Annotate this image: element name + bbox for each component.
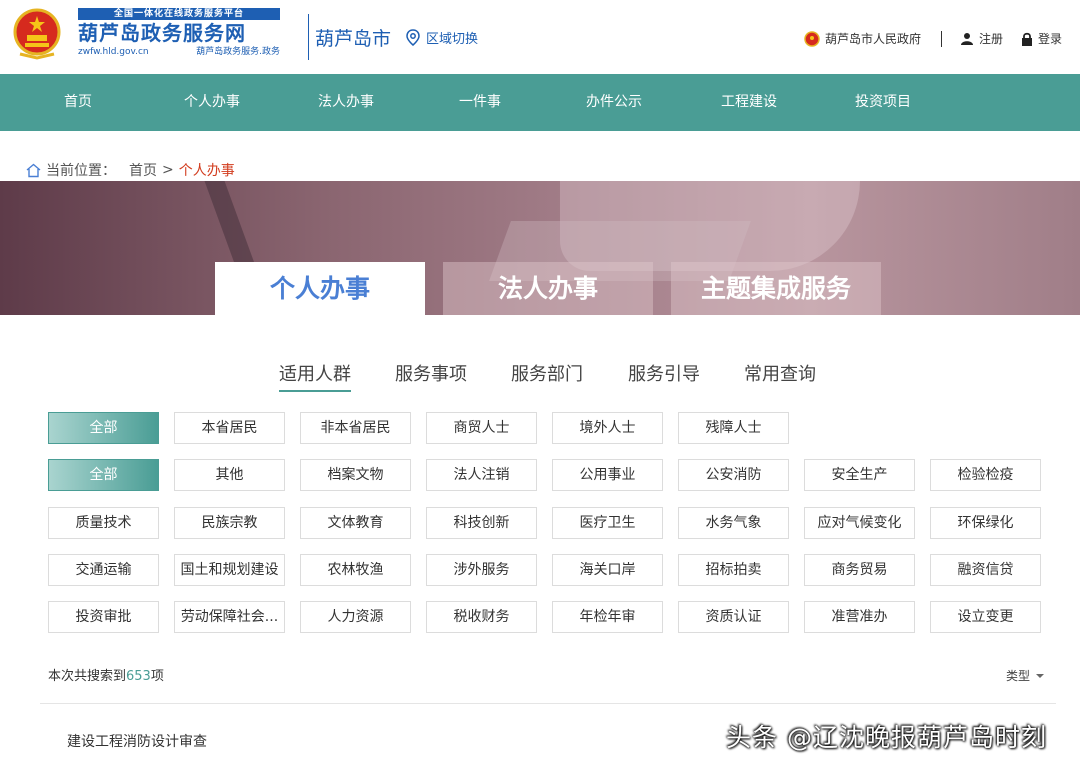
logo-banner: 全国一体化在线政务服务平台 [78,8,280,20]
category-chip[interactable]: 质量技术 [48,507,159,539]
category-chip[interactable]: 水务气象 [678,507,789,539]
category-chip[interactable]: 公用事业 [552,459,663,491]
location-pin-icon [406,28,420,46]
gov-link-label: 葫芦岛市人民政府 [824,32,921,46]
lock-icon [1021,32,1032,46]
category-chip[interactable]: 税收财务 [426,601,537,633]
nav-item-publicity[interactable]: 办件公示 [586,74,642,131]
filter-chip[interactable]: 非本省居民 [300,412,411,444]
nav-item-home[interactable]: 首页 [64,74,92,131]
logo-title: 葫芦岛政务服务网 [78,21,246,45]
category-chip[interactable]: 文体教育 [300,507,411,539]
filter-chip[interactable]: 全部 [48,412,159,444]
region-switch-label: 区域切换 [426,32,479,47]
nav-item-construction[interactable]: 工程建设 [721,74,777,131]
category-chip[interactable]: 融资信贷 [930,554,1041,586]
category-chip[interactable]: 交通运输 [48,554,159,586]
logo-domain: zwfw.hld.gov.cn [78,47,149,57]
category-chip[interactable]: 公安消防 [678,459,789,491]
category-chip[interactable]: 海关口岸 [552,554,663,586]
category-chip[interactable]: 设立变更 [930,601,1041,633]
home-icon [26,163,41,177]
current-city: 葫芦岛市 [315,28,392,50]
divider [40,703,1056,704]
category-chip[interactable]: 年检年审 [552,601,663,633]
nav-item-investment[interactable]: 投资项目 [855,74,911,131]
category-chip[interactable]: 投资审批 [48,601,159,633]
login-link[interactable]: 登录 [1021,30,1062,47]
filter-chip[interactable]: 本省居民 [174,412,285,444]
main-nav: 首页 个人办事 法人办事 一件事 办件公示 工程建设 投资项目 [0,74,1080,131]
filter-chip[interactable]: 境外人士 [552,412,663,444]
tab-target-group[interactable]: 适用人群 [279,360,351,392]
gov-link[interactable]: 葫芦岛市人民政府 [804,30,921,47]
category-chip[interactable]: 环保绿化 [930,507,1041,539]
register-link[interactable]: 注册 [960,30,1003,47]
breadcrumb-home[interactable]: 首页 [129,160,157,180]
site-header: 全国一体化在线政务服务平台 葫芦岛政务服务网 zwfw.hld.gov.cn 葫… [0,0,1080,74]
category-chip[interactable]: 劳动保障社会... [174,601,285,633]
category-chip[interactable]: 法人注销 [426,459,537,491]
tab-common-query[interactable]: 常用查询 [744,360,816,392]
nav-item-legal-person[interactable]: 法人办事 [318,74,374,131]
breadcrumb: 当前位置： 首页 > 个人办事 [26,160,235,180]
region-switch-button[interactable]: 区域切换 [404,28,478,47]
register-label: 注册 [978,32,1003,46]
category-chip[interactable]: 农林牧渔 [300,554,411,586]
category-chip[interactable]: 全部 [48,459,159,491]
category-chip[interactable]: 应对气候变化 [804,507,915,539]
result-count: 本次共搜索到653项 [48,665,164,684]
hero-tab-theme-service[interactable]: 主题集成服务 [671,262,881,315]
hero-tab-personal[interactable]: 个人办事 [215,262,425,315]
category-chip[interactable]: 医疗卫生 [552,507,663,539]
logo-tagline: 葫芦岛政务服务.政务 [196,47,280,57]
breadcrumb-label: 当前位置： [46,163,116,179]
category-chip[interactable]: 国土和规划建设 [174,554,285,586]
category-chip[interactable]: 招标拍卖 [678,554,789,586]
site-logo[interactable]: 全国一体化在线政务服务平台 葫芦岛政务服务网 zwfw.hld.gov.cn 葫… [78,8,280,62]
header-separator [940,30,942,47]
nav-item-personal[interactable]: 个人办事 [184,74,240,131]
logo-divider [308,14,309,60]
category-chip[interactable]: 档案文物 [300,459,411,491]
login-label: 登录 [1037,32,1062,46]
watermark-text: 头条 @辽沈晚报葫芦岛时刻 [726,723,1047,752]
national-emblem-icon [13,8,61,60]
category-chip[interactable]: 商务贸易 [804,554,915,586]
tab-service-items[interactable]: 服务事项 [395,360,467,392]
hero-banner: 个人办事 法人办事 主题集成服务 [0,181,1080,315]
category-chip[interactable]: 涉外服务 [426,554,537,586]
sort-type-dropdown[interactable]: 类型 [1006,667,1044,684]
hero-tab-legal-person[interactable]: 法人办事 [443,262,653,315]
filter-tabs: 适用人群 服务事项 服务部门 服务引导 常用查询 [0,360,1080,392]
user-icon [960,32,973,45]
caret-down-icon [1036,673,1044,678]
filter-chip[interactable]: 残障人士 [678,412,789,444]
result-count-prefix: 本次共搜索到 [48,669,127,684]
category-chip[interactable]: 民族宗教 [174,507,285,539]
emblem-small-icon [804,30,820,47]
breadcrumb-separator: > [162,162,174,178]
category-chip[interactable]: 人力资源 [300,601,411,633]
category-chip[interactable]: 安全生产 [804,459,915,491]
category-chip[interactable]: 其他 [174,459,285,491]
category-chip[interactable]: 检验检疫 [930,459,1041,491]
category-chip[interactable]: 准营准办 [804,601,915,633]
result-item-title[interactable]: 建设工程消防设计审查 [67,731,207,751]
result-count-suffix: 项 [150,669,164,684]
filter-chip[interactable]: 商贸人士 [426,412,537,444]
category-chip[interactable]: 资质认证 [678,601,789,633]
tab-service-guide[interactable]: 服务引导 [628,360,700,392]
category-chip[interactable]: 科技创新 [426,507,537,539]
sort-type-label: 类型 [1005,669,1030,683]
tab-service-dept[interactable]: 服务部门 [511,360,583,392]
nav-item-one-thing[interactable]: 一件事 [459,74,501,131]
breadcrumb-current: 个人办事 [178,163,235,179]
result-count-number: 653 [126,669,151,684]
